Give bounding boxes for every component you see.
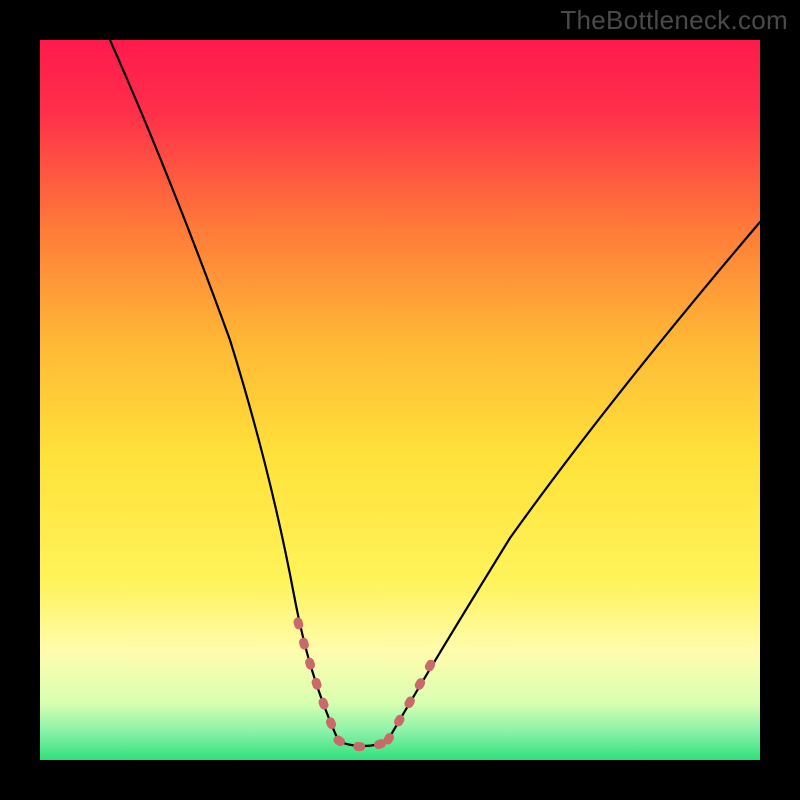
curve-layer	[40, 40, 760, 760]
chart-frame: TheBottleneck.com	[0, 0, 800, 800]
curve-left-arm	[110, 40, 338, 740]
dashed-guide-left	[298, 622, 338, 740]
curve-right-arm	[388, 222, 760, 740]
plot-area	[40, 40, 760, 760]
watermark-text: TheBottleneck.com	[560, 5, 788, 36]
